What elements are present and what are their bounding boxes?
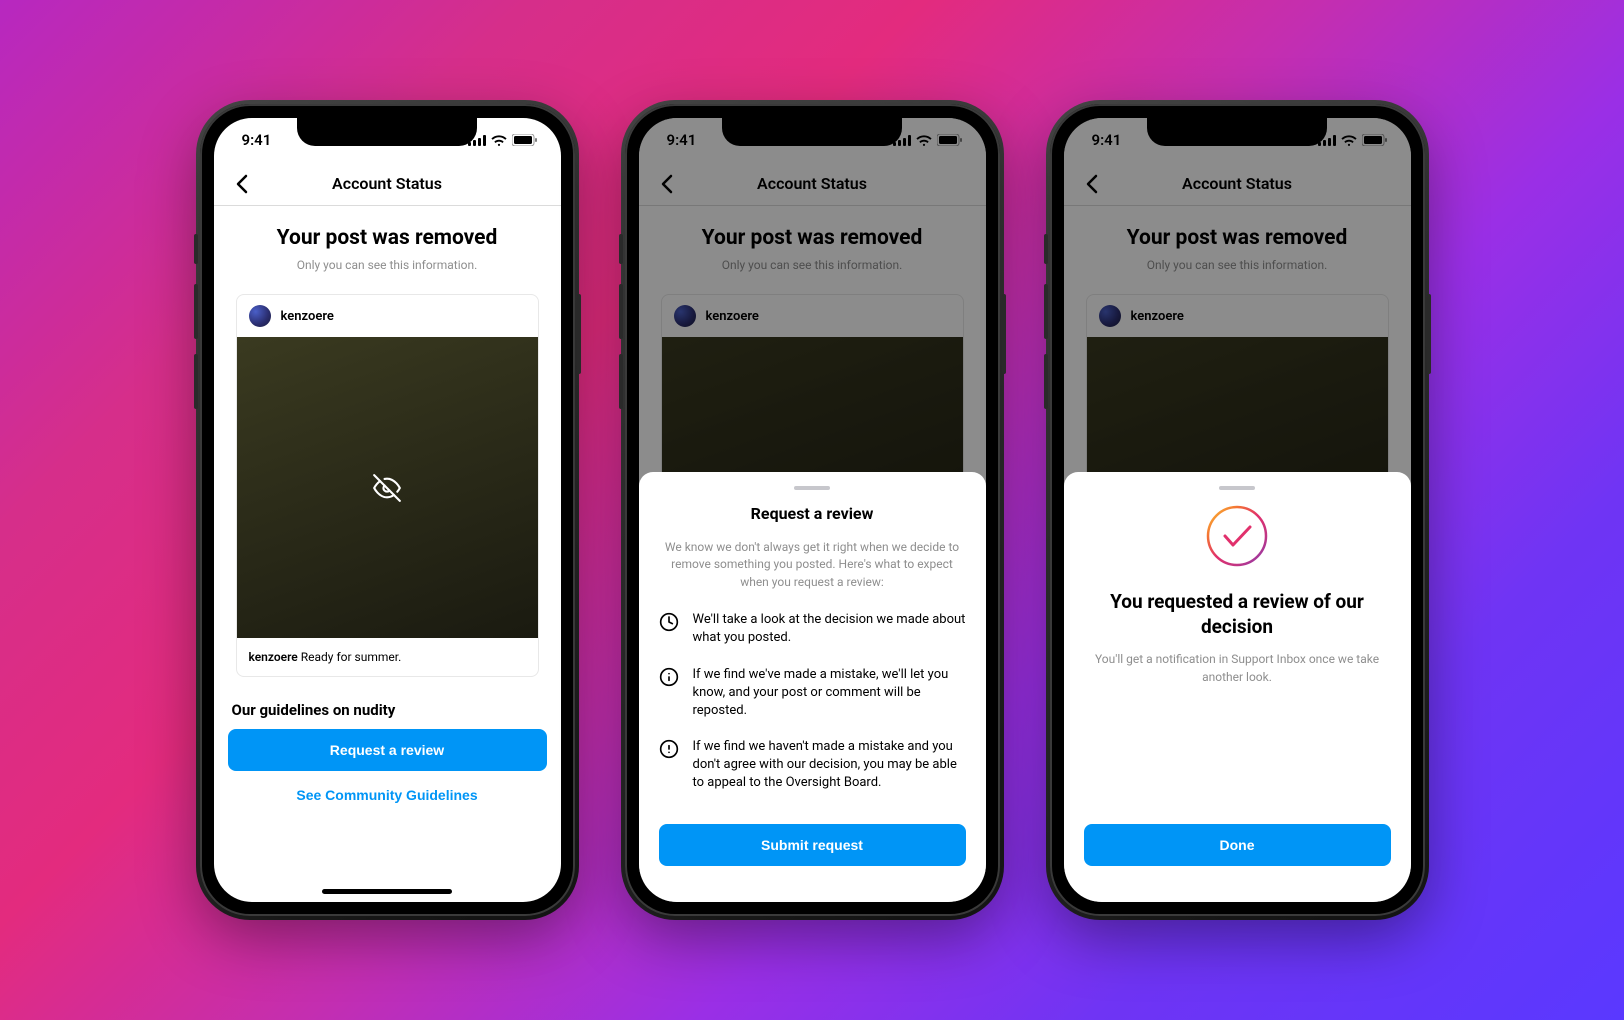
phone-mockup-3: 9:41 Account Status Your post was remove… bbox=[1050, 104, 1425, 916]
phone-mockup-2: 9:41 Account Status Your post was remove… bbox=[625, 104, 1000, 916]
alert-icon bbox=[659, 739, 679, 759]
see-guidelines-link[interactable]: See Community Guidelines bbox=[228, 787, 547, 803]
post-image-hidden bbox=[237, 337, 538, 638]
post-username: kenzoere bbox=[281, 309, 334, 324]
caption-text: Ready for summer. bbox=[301, 650, 402, 664]
sheet-intro: We know we don't always get it right whe… bbox=[659, 539, 966, 591]
removed-heading: Your post was removed bbox=[228, 226, 547, 250]
battery-icon bbox=[512, 134, 537, 146]
wifi-icon bbox=[491, 135, 507, 146]
sheet-item-text: We'll take a look at the decision we mad… bbox=[693, 611, 966, 647]
sheet-item-clock: We'll take a look at the decision we mad… bbox=[659, 611, 966, 647]
removed-subheading: Only you can see this information. bbox=[228, 258, 547, 272]
post-header: kenzoere bbox=[237, 295, 538, 337]
sheet-title: Request a review bbox=[659, 504, 966, 523]
caption-username: kenzoere bbox=[249, 650, 298, 664]
eye-off-icon bbox=[373, 474, 401, 502]
sheet-item-alert: If we find we haven't made a mistake and… bbox=[659, 738, 966, 793]
avatar bbox=[249, 305, 271, 327]
phone-mockup-1: 9:41 Account Status Your post was remove… bbox=[200, 104, 575, 916]
confirm-title: You requested a review of our decision bbox=[1084, 590, 1391, 639]
request-review-sheet: Request a review We know we don't always… bbox=[639, 472, 986, 902]
sheet-drag-handle[interactable] bbox=[794, 486, 830, 490]
back-button[interactable] bbox=[228, 170, 256, 198]
confirmation-sheet: You requested a review of our decision Y… bbox=[1064, 472, 1411, 902]
sheet-drag-handle[interactable] bbox=[1219, 486, 1255, 490]
status-time: 9:41 bbox=[242, 131, 272, 149]
guidelines-section-title: Our guidelines on nudity bbox=[228, 701, 547, 729]
status-icons bbox=[468, 134, 537, 146]
post-card: kenzoere kenzoere Ready for summer. bbox=[236, 294, 539, 677]
nav-bar: Account Status bbox=[214, 162, 561, 206]
success-check-icon bbox=[1205, 504, 1269, 568]
page-title: Account Status bbox=[214, 174, 561, 193]
post-caption: kenzoere Ready for summer. bbox=[237, 638, 538, 676]
home-indicator[interactable] bbox=[322, 889, 452, 894]
submit-request-button[interactable]: Submit request bbox=[659, 824, 966, 866]
sheet-item-info: If we find we've made a mistake, we'll l… bbox=[659, 666, 966, 721]
info-icon bbox=[659, 667, 679, 687]
done-button[interactable]: Done bbox=[1084, 824, 1391, 866]
clock-icon bbox=[659, 612, 679, 632]
sheet-item-text: If we find we've made a mistake, we'll l… bbox=[693, 666, 966, 721]
request-review-button[interactable]: Request a review bbox=[228, 729, 547, 771]
sheet-item-text: If we find we haven't made a mistake and… bbox=[693, 738, 966, 793]
chevron-left-icon bbox=[236, 174, 248, 194]
confirm-subtitle: You'll get a notification in Support Inb… bbox=[1084, 651, 1391, 686]
